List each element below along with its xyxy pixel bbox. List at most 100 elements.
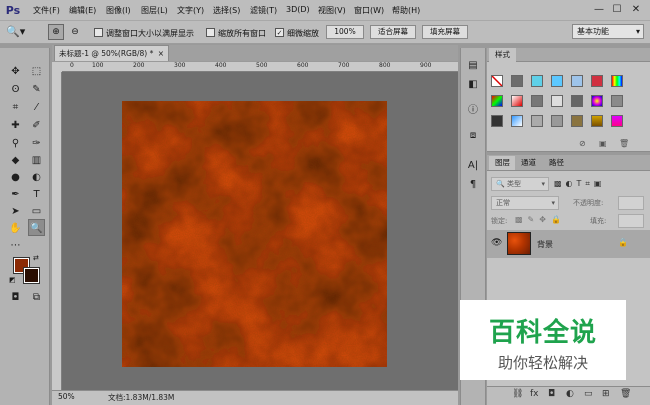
zoom-level[interactable]: 50% <box>58 392 75 401</box>
path-selection-tool-icon[interactable]: ➤ <box>7 203 24 220</box>
style-swatch[interactable] <box>571 75 583 87</box>
paragraph-panel-icon[interactable]: ¶ <box>463 177 483 193</box>
style-swatch[interactable] <box>531 75 543 87</box>
quick-select-tool-icon[interactable]: ✎ <box>28 81 45 98</box>
style-swatch[interactable] <box>491 95 503 107</box>
blur-tool-icon[interactable]: ● <box>7 169 24 186</box>
close-button[interactable]: ✕ <box>629 3 643 17</box>
quick-mask-icon[interactable]: ◘ <box>7 289 24 306</box>
adjustment-layer-icon[interactable]: ◐ <box>566 389 574 399</box>
tab-channels[interactable]: 通道 <box>515 156 542 170</box>
style-swatch[interactable] <box>531 95 543 107</box>
delete-style-icon[interactable]: 🗑 <box>619 139 629 148</box>
type-tool-icon[interactable]: T <box>28 186 45 203</box>
zoom-100-button[interactable]: 100% <box>326 25 364 39</box>
layer-filter-icons[interactable]: ▩◐T⌗▣ <box>554 179 606 189</box>
pen-tool-icon[interactable]: ✒ <box>7 186 24 203</box>
style-swatch[interactable] <box>591 75 603 87</box>
crop-tool-icon[interactable]: ⌗ <box>7 99 24 116</box>
opacity-field[interactable] <box>618 196 644 210</box>
edit-toolbar-icon[interactable]: ⋯ <box>7 237 24 254</box>
default-colors-icon[interactable]: ◩ <box>9 276 16 284</box>
ruler-origin[interactable] <box>52 62 62 72</box>
link-layers-icon[interactable]: ⛓ <box>512 389 523 399</box>
blend-mode-select[interactable]: 正常 ▾ <box>491 196 559 210</box>
tab-styles[interactable]: 样式 <box>489 48 516 62</box>
menu-image[interactable]: 图像(I) <box>106 5 131 16</box>
gradient-tool-icon[interactable]: ▥ <box>28 152 45 169</box>
new-layer-icon[interactable]: ⊞ <box>602 389 610 399</box>
style-swatch[interactable] <box>551 115 563 127</box>
scrubby-zoom-checkbox[interactable]: ✓ <box>275 28 284 37</box>
menu-help[interactable]: 帮助(H) <box>392 5 420 16</box>
style-swatch[interactable] <box>591 115 603 127</box>
style-swatch[interactable] <box>591 95 603 107</box>
marquee-tool-icon[interactable]: ⬚ <box>28 63 45 80</box>
close-tab-icon[interactable]: × <box>158 46 164 61</box>
clone-stamp-tool-icon[interactable]: ⚲ <box>7 135 24 152</box>
eyedropper-tool-icon[interactable]: ⁄ <box>28 99 45 116</box>
style-swatch[interactable] <box>611 95 623 107</box>
menu-file[interactable]: 文件(F) <box>33 5 60 16</box>
workspace-select[interactable]: 基本功能 ▾ <box>572 24 644 39</box>
style-swatch[interactable] <box>511 115 523 127</box>
rectangle-tool-icon[interactable]: ▭ <box>28 203 45 220</box>
new-group-icon[interactable]: ▭ <box>584 389 593 399</box>
style-swatch[interactable] <box>611 115 623 127</box>
visibility-eye-icon[interactable]: 👁 <box>491 238 502 248</box>
lock-icons[interactable]: ▩✎✥🔒 <box>515 215 566 224</box>
hand-tool-icon[interactable]: ✋ <box>7 220 24 237</box>
menu-3d[interactable]: 3D(D) <box>286 5 310 14</box>
history-panel-icon[interactable]: ▤ <box>463 58 483 74</box>
swap-colors-icon[interactable]: ⇄ <box>33 254 39 262</box>
move-tool-icon[interactable]: ✥ <box>7 63 24 80</box>
layer-name[interactable]: 背景 <box>537 239 553 250</box>
lasso-tool-icon[interactable]: ʘ <box>7 81 24 98</box>
document-canvas[interactable] <box>122 101 387 367</box>
layer-filter-select[interactable]: 🔍 类型 ▾ <box>491 177 549 191</box>
zoom-tool-icon[interactable]: 🔍 <box>28 219 45 236</box>
zoom-out-icon[interactable]: ⊖ <box>67 24 83 40</box>
minimize-button[interactable]: — <box>592 3 606 17</box>
properties-panel-icon[interactable]: ◧ <box>463 77 483 93</box>
fill-screen-button[interactable]: 填充屏幕 <box>422 25 468 39</box>
style-swatch[interactable] <box>571 95 583 107</box>
maximize-button[interactable]: ☐ <box>610 3 624 17</box>
style-swatch[interactable] <box>511 95 523 107</box>
screen-mode-icon[interactable]: ⧉ <box>28 289 45 306</box>
fit-screen-button[interactable]: 适合屏幕 <box>370 25 416 39</box>
tab-layers[interactable]: 图层 <box>489 156 516 170</box>
info-panel-icon[interactable]: ⓘ <box>463 103 483 119</box>
menu-type[interactable]: 文字(Y) <box>177 5 204 16</box>
menu-layer[interactable]: 图层(L) <box>141 5 168 16</box>
style-swatch[interactable] <box>551 95 563 107</box>
delete-layer-icon[interactable]: 🗑 <box>620 389 631 399</box>
dodge-tool-icon[interactable]: ◐ <box>28 169 45 186</box>
style-swatch[interactable] <box>611 75 623 87</box>
document-tab[interactable]: 未标题-1 @ 50%(RGB/8) * × <box>54 45 169 61</box>
add-mask-icon[interactable]: ◘ <box>548 389 555 399</box>
layer-thumbnail[interactable] <box>507 232 531 255</box>
character-panel-icon[interactable]: A| <box>463 158 483 174</box>
resize-windows-checkbox[interactable] <box>94 28 103 37</box>
layer-style-icon[interactable]: fx <box>530 389 539 399</box>
zoom-in-icon[interactable]: ⊕ <box>48 24 64 40</box>
menu-view[interactable]: 视图(V) <box>318 5 346 16</box>
style-swatch[interactable] <box>491 75 503 87</box>
menu-filter[interactable]: 滤镜(T) <box>250 5 277 16</box>
healing-brush-tool-icon[interactable]: ✚ <box>7 117 24 134</box>
style-swatch[interactable] <box>511 75 523 87</box>
document-info[interactable]: 文档:1.83M/1.83M <box>108 392 174 403</box>
style-swatch[interactable] <box>491 115 503 127</box>
new-style-icon[interactable]: ▣ <box>599 139 607 148</box>
style-swatch[interactable] <box>531 115 543 127</box>
zoom-all-windows-checkbox[interactable] <box>206 28 215 37</box>
fill-field[interactable] <box>618 214 644 228</box>
menu-select[interactable]: 选择(S) <box>213 5 240 16</box>
horizontal-ruler[interactable]: 0 100 200 300 400 500 600 700 800 900 <box>62 62 458 72</box>
menu-edit[interactable]: 编辑(E) <box>69 5 96 16</box>
menu-window[interactable]: 窗口(W) <box>354 5 384 16</box>
vertical-ruler[interactable] <box>52 72 62 390</box>
tab-paths[interactable]: 路径 <box>543 156 570 170</box>
history-brush-tool-icon[interactable]: ✑ <box>28 135 45 152</box>
